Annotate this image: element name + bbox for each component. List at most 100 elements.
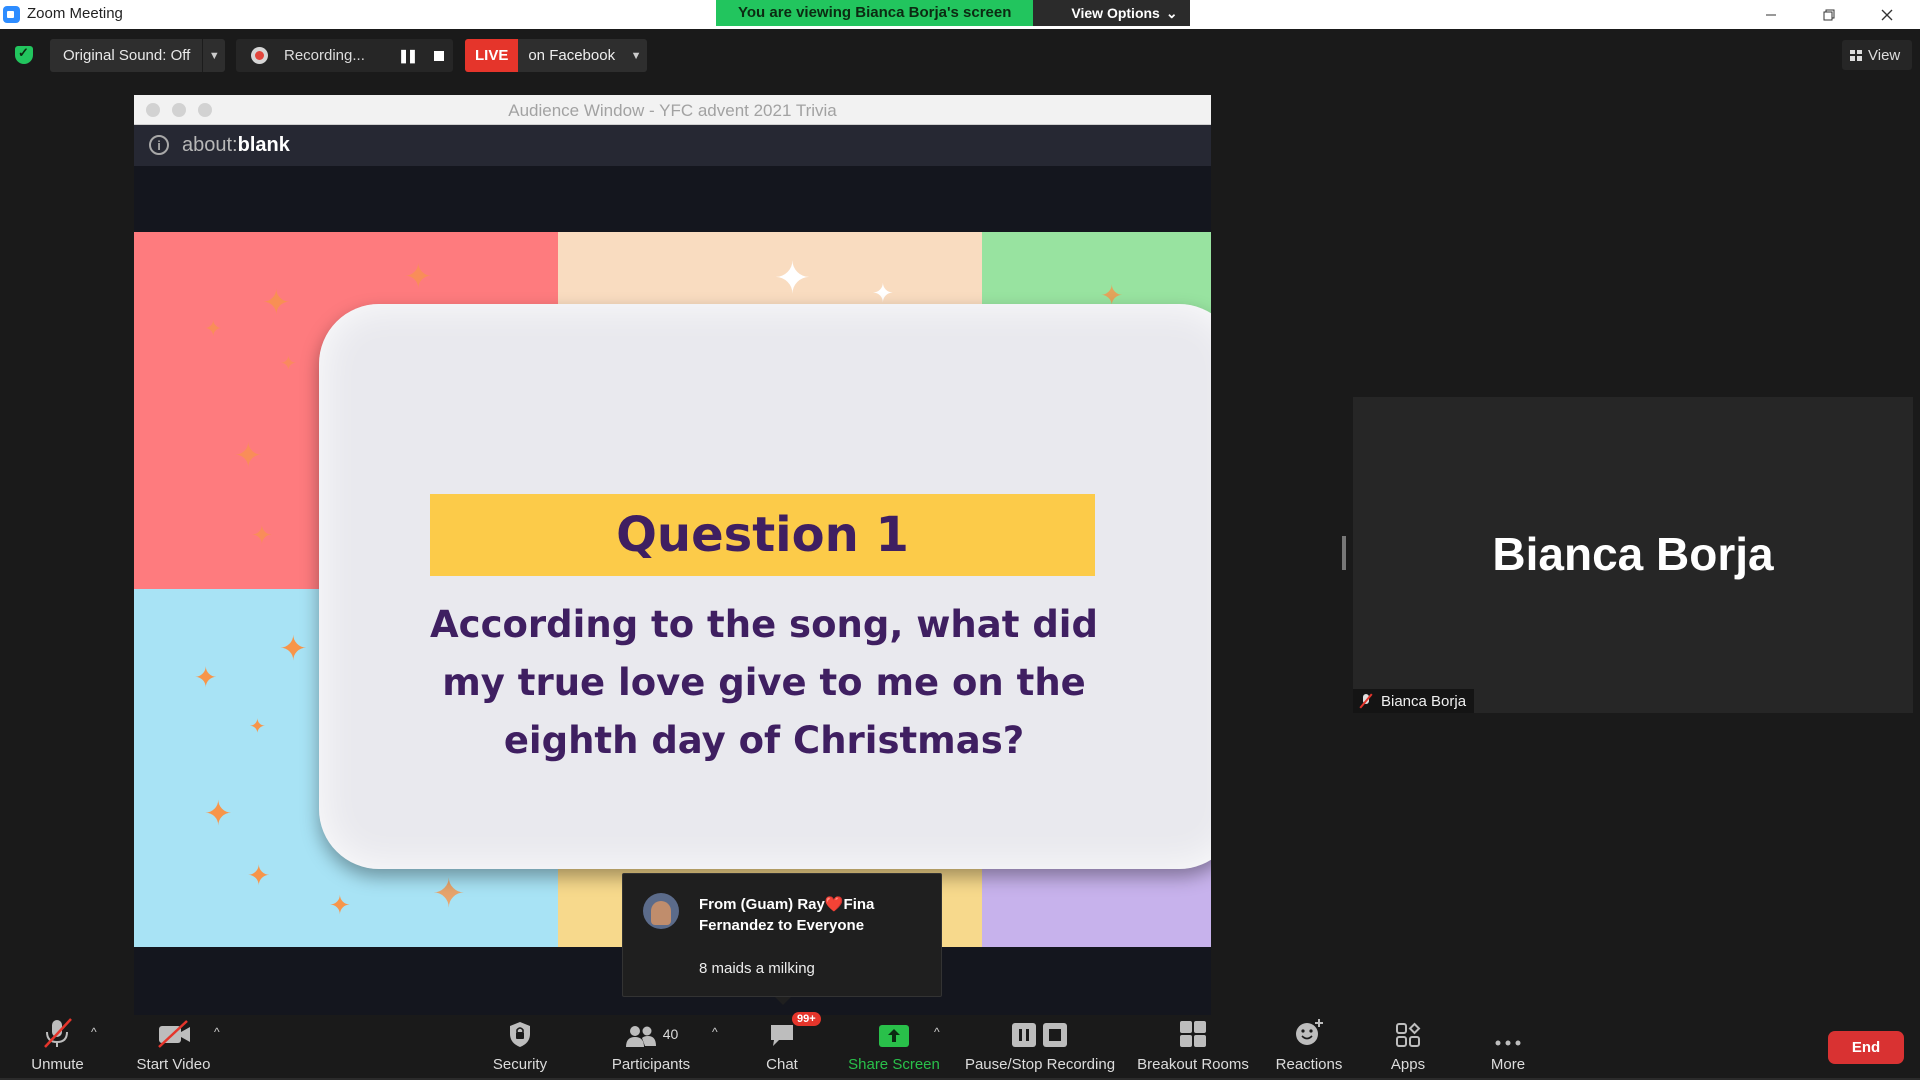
live-dropdown-icon[interactable]: ▼ — [625, 50, 647, 62]
end-meeting-button[interactable]: End — [1828, 1031, 1904, 1064]
participant-display-name: Bianca Borja — [1492, 528, 1774, 580]
security-button[interactable]: Security — [485, 1015, 555, 1080]
restore-icon — [1823, 9, 1835, 20]
close-button[interactable] — [1858, 0, 1916, 29]
view-options-label: View Options — [1071, 5, 1160, 21]
star-decoration-icon: ✦ — [204, 795, 233, 833]
participants-icon: 40 — [624, 1015, 679, 1051]
shield-icon — [507, 1015, 533, 1051]
star-decoration-icon: ✦ — [234, 437, 263, 475]
avatar — [643, 893, 679, 929]
question-text: According to the song, what did my true … — [430, 603, 1098, 762]
audio-options-caret-icon[interactable]: ^ — [91, 1025, 97, 1039]
viewing-banner: You are viewing Bianca Borja's screen Vi… — [716, 0, 1190, 26]
star-decoration-icon: ✦ — [204, 316, 223, 341]
view-label: View — [1868, 46, 1901, 64]
question-card — [319, 304, 1211, 869]
chat-label: Chat — [766, 1056, 798, 1073]
start-video-button[interactable]: Start Video — [131, 1015, 216, 1080]
star-decoration-icon: ✦ — [194, 662, 218, 693]
recording-dot-icon — [251, 47, 268, 64]
trivia-slide: ✦ ✦ ✦ ✦ ✦ ✦ ✦ ✦ ✦ ✦ ✦ ✦ ✦ ✦ ✦ ✦ Question… — [134, 232, 1211, 947]
question-title: Question 1 — [616, 507, 909, 563]
breakout-rooms-label: Breakout Rooms — [1137, 1056, 1249, 1073]
minimize-button[interactable] — [1742, 0, 1800, 29]
star-decoration-icon: ✦ — [262, 284, 291, 322]
participant-tile[interactable]: Bianca Borja Bianca Borja — [1353, 397, 1913, 713]
close-icon — [1881, 9, 1893, 20]
apps-button[interactable]: Apps — [1378, 1015, 1438, 1080]
star-decoration-icon: ✦ — [280, 353, 297, 375]
reactions-label: Reactions — [1275, 1056, 1343, 1073]
original-sound-dropdown-icon[interactable]: ▼ — [203, 50, 225, 62]
original-sound-button[interactable]: Original Sound: Off ▼ — [50, 39, 226, 72]
star-decoration-icon: ✦ — [404, 258, 433, 296]
recording-label: Recording... — [284, 47, 365, 64]
star-decoration-icon: ✦ — [279, 630, 308, 668]
pause-stop-recording-icon — [1011, 1015, 1069, 1051]
star-decoration-icon: ✦ — [432, 872, 466, 916]
breakout-rooms-button[interactable]: Breakout Rooms — [1136, 1015, 1250, 1080]
view-options-button[interactable]: View Options ⌄ — [1033, 0, 1190, 26]
chat-notification[interactable]: From (Guam) Ray❤️Fina Fernandez to Every… — [622, 873, 942, 1005]
unmute-button[interactable]: Unmute — [20, 1015, 95, 1080]
star-decoration-icon: ✦ — [329, 890, 351, 920]
participants-count: 40 — [662, 1026, 679, 1042]
video-options-caret-icon[interactable]: ^ — [214, 1025, 220, 1039]
viewing-banner-text: You are viewing Bianca Borja's screen — [716, 0, 1034, 26]
star-decoration-icon: ✦ — [251, 520, 273, 550]
mic-muted-icon — [41, 1015, 75, 1051]
apps-label: Apps — [1390, 1056, 1426, 1073]
video-off-icon — [156, 1015, 192, 1051]
grid-view-icon — [1850, 49, 1862, 61]
toast-pointer — [775, 997, 791, 1005]
breakout-rooms-icon — [1179, 1015, 1207, 1051]
mic-muted-icon — [1359, 693, 1373, 709]
zoom-meeting-window: Zoom Meeting You are viewing Bianca Borj… — [0, 0, 1920, 1080]
restore-button[interactable] — [1800, 0, 1858, 29]
share-screen-label: Share Screen — [848, 1056, 940, 1073]
encryption-shield-icon[interactable] — [15, 45, 33, 64]
pause-stop-recording-button[interactable]: Pause/Stop Recording — [964, 1015, 1116, 1080]
chat-message: 8 maids a milking — [699, 960, 815, 977]
participants-button[interactable]: 40 Participants — [605, 1015, 697, 1080]
chat-sender: From (Guam) Ray❤️Fina Fernandez to Every… — [699, 896, 875, 934]
more-button[interactable]: More — [1478, 1015, 1538, 1080]
reactions-icon — [1294, 1015, 1324, 1051]
live-badge: LIVE — [465, 39, 519, 72]
question-title-band: Question 1 — [430, 494, 1095, 576]
pause-recording-icon[interactable]: ❚❚ — [394, 43, 420, 69]
live-stream-indicator[interactable]: LIVE on Facebook ▼ — [465, 39, 648, 72]
panel-resize-handle[interactable] — [1342, 536, 1346, 570]
share-screen-button[interactable]: Share Screen — [846, 1015, 942, 1080]
shared-window-titlebar: Audience Window - YFC advent 2021 Trivia — [134, 95, 1211, 125]
participant-name-label: Bianca Borja — [1353, 689, 1475, 713]
chevron-down-icon: ⌄ — [1165, 5, 1178, 21]
star-decoration-icon: ✦ — [249, 716, 266, 738]
original-sound-label: Original Sound: Off — [50, 39, 204, 72]
security-label: Security — [492, 1056, 548, 1073]
meeting-toolbar: Unmute ^ Start Video ^ Security 40 Parti… — [0, 1012, 1920, 1080]
more-label: More — [1490, 1056, 1526, 1073]
star-decoration-icon: ✦ — [247, 860, 271, 891]
live-target-label: on Facebook — [528, 47, 616, 64]
share-options-caret-icon[interactable]: ^ — [934, 1025, 940, 1039]
recording-indicator: Recording... ❚❚ — [236, 39, 453, 72]
stop-recording-icon[interactable] — [426, 43, 452, 69]
pause-stop-recording-label: Pause/Stop Recording — [964, 1056, 1116, 1073]
apps-icon — [1395, 1015, 1421, 1051]
participant-name: Bianca Borja — [1381, 692, 1467, 710]
info-icon: i — [149, 135, 169, 155]
address-bar: i about:blank — [134, 125, 1211, 166]
more-icon — [1494, 1015, 1522, 1051]
address-url: about:blank — [182, 134, 290, 156]
reactions-button[interactable]: Reactions — [1268, 1015, 1350, 1080]
chat-button[interactable]: 99+ Chat — [750, 1012, 821, 1080]
participants-label: Participants — [611, 1056, 691, 1073]
participants-options-caret-icon[interactable]: ^ — [712, 1025, 718, 1039]
unmute-label: Unmute — [31, 1056, 84, 1073]
white-star-decoration-icon: ✦ — [774, 254, 811, 303]
shared-window-title: Audience Window - YFC advent 2021 Trivia — [508, 101, 837, 120]
chat-unread-badge: 99+ — [792, 1012, 821, 1026]
view-button[interactable]: View — [1842, 40, 1912, 70]
